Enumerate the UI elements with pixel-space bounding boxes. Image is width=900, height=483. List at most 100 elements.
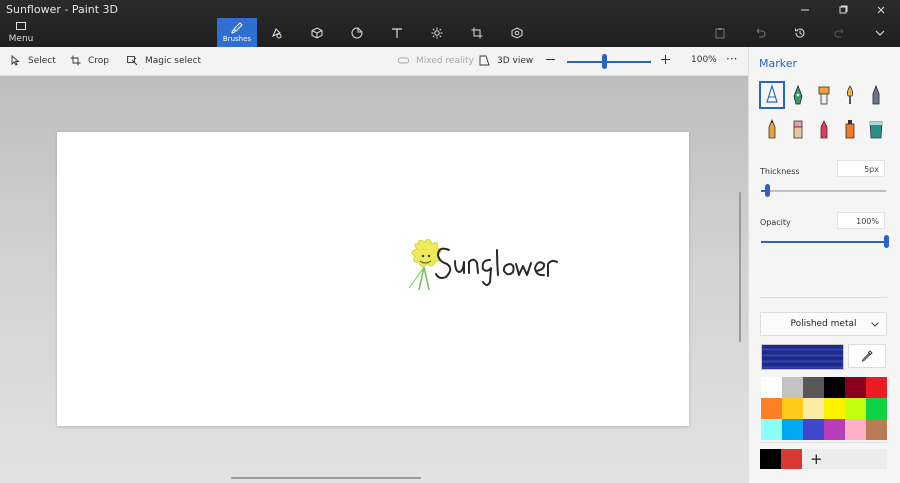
palette-color-3[interactable] bbox=[824, 377, 845, 398]
palette-color-2[interactable] bbox=[803, 377, 824, 398]
marker-icon bbox=[766, 84, 778, 103]
zoom-out-button[interactable] bbox=[545, 54, 563, 65]
history-button[interactable] bbox=[780, 20, 820, 46]
opacity-slider-thumb[interactable] bbox=[883, 235, 889, 248]
maximize-button[interactable] bbox=[824, 0, 862, 20]
palette-color-5[interactable] bbox=[866, 377, 887, 398]
thickness-input[interactable]: 5px bbox=[837, 160, 885, 177]
tool-canvas[interactable] bbox=[457, 18, 497, 47]
main-tools: Brushes bbox=[217, 18, 537, 47]
zoom-slider-track[interactable] bbox=[567, 61, 651, 63]
palette-color-11[interactable] bbox=[866, 398, 887, 419]
paste-button[interactable] bbox=[700, 20, 740, 46]
chevron-down-icon bbox=[875, 30, 885, 36]
minimize-button[interactable] bbox=[786, 0, 824, 20]
palette-color-9[interactable] bbox=[824, 398, 845, 419]
redo-button[interactable] bbox=[820, 20, 860, 46]
spray-can-icon bbox=[845, 120, 855, 139]
palette-color-15[interactable] bbox=[824, 419, 845, 440]
library-icon bbox=[511, 26, 523, 39]
palette-color-16[interactable] bbox=[845, 419, 866, 440]
view-3d-button[interactable]: 3D view bbox=[479, 55, 533, 66]
tool-3d-library[interactable] bbox=[497, 18, 537, 47]
thickness-label: Thickness bbox=[760, 167, 800, 176]
minimize-icon bbox=[801, 9, 809, 11]
tool-brushes-label: Brushes bbox=[222, 35, 252, 43]
text-icon bbox=[392, 27, 402, 38]
select-button[interactable]: Select bbox=[10, 55, 56, 66]
eyedropper-icon bbox=[861, 350, 873, 362]
plus-icon bbox=[661, 55, 670, 64]
sticker-icon bbox=[351, 27, 363, 38]
add-color-button[interactable]: + bbox=[802, 449, 887, 469]
palette-color-1[interactable] bbox=[782, 377, 803, 398]
sunflower-doodle bbox=[408, 238, 442, 291]
palette-color-8[interactable] bbox=[803, 398, 824, 419]
brush-fill[interactable] bbox=[863, 115, 889, 143]
thickness-slider-track[interactable] bbox=[761, 190, 886, 192]
panel-title: Marker bbox=[759, 57, 798, 70]
zoom-in-button[interactable] bbox=[660, 54, 678, 65]
palette-color-4[interactable] bbox=[845, 377, 866, 398]
tool-stickers[interactable] bbox=[337, 18, 377, 47]
thickness-slider-thumb[interactable] bbox=[764, 184, 770, 197]
tool-text[interactable] bbox=[377, 18, 417, 47]
zoom-slider-thumb[interactable] bbox=[602, 54, 608, 69]
palette-color-6[interactable] bbox=[761, 398, 782, 419]
horizontal-scrollbar[interactable] bbox=[231, 477, 421, 479]
expand-button[interactable] bbox=[860, 20, 900, 46]
tool-2d-shapes[interactable] bbox=[257, 18, 297, 47]
brush-marker[interactable] bbox=[759, 81, 785, 109]
opacity-input[interactable]: 100% bbox=[837, 212, 885, 229]
palette-color-0[interactable] bbox=[761, 377, 782, 398]
tool-effects[interactable] bbox=[417, 18, 457, 47]
pixel-pen-icon bbox=[872, 84, 880, 105]
close-icon bbox=[877, 6, 885, 14]
menu-button[interactable]: Menu bbox=[6, 22, 36, 44]
recent-color-0[interactable] bbox=[760, 449, 781, 469]
brush-watercolor[interactable] bbox=[837, 81, 863, 109]
headset-icon bbox=[398, 57, 409, 64]
brush-panel: Marker Thickness 5px Opacity 100% Polish… bbox=[748, 47, 900, 483]
eyedropper-button[interactable] bbox=[848, 344, 886, 368]
palette-color-12[interactable] bbox=[761, 419, 782, 440]
crop-button[interactable]: Crop bbox=[70, 55, 109, 66]
zoom-level[interactable]: 100% bbox=[691, 55, 717, 65]
opacity-slider-fill bbox=[761, 241, 886, 243]
brush-eraser[interactable] bbox=[785, 115, 811, 143]
more-options-button[interactable]: ··· bbox=[726, 52, 737, 66]
magic-select-button[interactable]: Magic select bbox=[127, 55, 201, 66]
pointer-icon bbox=[11, 55, 20, 66]
recent-colors: + bbox=[760, 449, 887, 469]
brush-spray-can[interactable] bbox=[837, 115, 863, 143]
mixed-reality-button[interactable]: Mixed reality bbox=[398, 55, 474, 66]
recent-color-1[interactable] bbox=[781, 449, 802, 469]
watercolor-brush-icon bbox=[846, 85, 854, 104]
brush-oil[interactable] bbox=[811, 81, 837, 109]
redo-icon bbox=[834, 28, 844, 38]
brush-icon bbox=[231, 22, 243, 34]
brush-crayon[interactable] bbox=[811, 115, 837, 143]
handwritten-text-stroke bbox=[435, 247, 558, 286]
palette-color-7[interactable] bbox=[782, 398, 803, 419]
brush-pencil[interactable] bbox=[759, 115, 785, 143]
palette-color-13[interactable] bbox=[782, 419, 803, 440]
drawing-canvas[interactable] bbox=[57, 132, 689, 426]
brush-pixel-pen[interactable] bbox=[863, 81, 889, 109]
palette-color-17[interactable] bbox=[866, 419, 887, 440]
palette-color-10[interactable] bbox=[845, 398, 866, 419]
tool-3d-shapes[interactable] bbox=[297, 18, 337, 47]
undo-button[interactable] bbox=[740, 20, 780, 46]
close-button[interactable] bbox=[862, 0, 900, 20]
minus-icon bbox=[546, 59, 555, 60]
palette-divider bbox=[759, 442, 887, 443]
tool-brushes[interactable]: Brushes bbox=[217, 18, 257, 47]
secondary-toolbar: Select Crop Magic select Mixed reality 3… bbox=[0, 47, 748, 76]
palette-color-14[interactable] bbox=[803, 419, 824, 440]
texture-dropdown[interactable]: Polished metal bbox=[760, 312, 887, 336]
current-color-swatch[interactable] bbox=[761, 344, 844, 370]
brush-calligraphy-pen[interactable] bbox=[785, 81, 811, 109]
more-icon: ··· bbox=[726, 52, 738, 66]
view-3d-label: 3D view bbox=[497, 55, 534, 66]
vertical-scrollbar[interactable] bbox=[739, 192, 741, 342]
